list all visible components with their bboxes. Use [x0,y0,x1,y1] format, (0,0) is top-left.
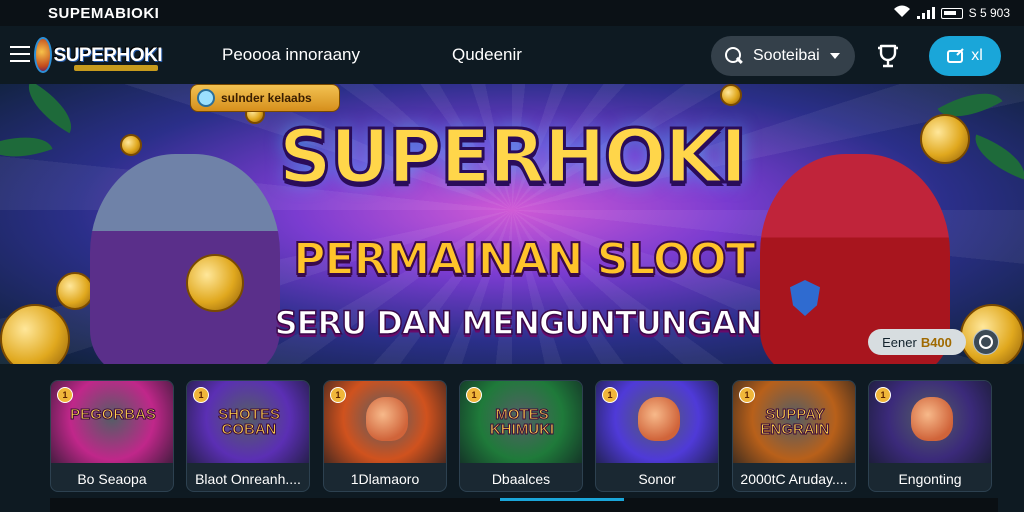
hero-subtitle: PERMAINAN SLOOT [292,233,756,286]
game-card[interactable]: 1 Engonting [868,380,992,492]
search-label: Sooteibai [753,47,820,64]
game-badge: 1 [875,387,891,403]
game-mascot [638,397,680,441]
status-icons: S 5 903 [893,5,1010,21]
wifi-icon [893,5,911,21]
logo-text: SUPERHOKI [53,44,163,66]
game-card-label: Bo Seaopa [77,471,147,487]
game-logo: MOTES KHIMUKI [489,406,555,438]
trophy-icon[interactable] [873,41,903,71]
game-card[interactable]: 1 SUPPAY ENGRAIN 2000tC Aruday.... [732,380,856,492]
hero-banner[interactable]: sulnder kelaabs SUPERHOKI PERMAINAN SLOO… [0,84,1024,364]
game-logo: SUPPAY ENGRAIN [760,406,830,438]
nav-link-1[interactable]: Peoooa innoraany [222,45,360,65]
signal-icon [916,7,935,19]
wallet-icon [947,48,964,63]
game-badge: 1 [193,387,209,403]
game-badge: 1 [57,387,73,403]
logo-ribbon [74,65,158,71]
game-logo: SHOTES COBAN [218,406,281,438]
game-badge: 1 [466,387,482,403]
top-navbar: SUPERHOKI Peoooa innoraany Qudeenir Soot… [0,26,1024,84]
game-badge: 1 [602,387,618,403]
hero-title: SUPERHOKI [277,113,749,202]
promo-pill-label: sulnder kelaabs [221,91,312,105]
game-badge: 1 [739,387,755,403]
game-mascot [911,397,953,441]
game-card-label: Blaot Onreanh.... [195,471,301,487]
status-title: SUPEMABIOKI [48,4,160,22]
site-logo[interactable]: SUPERHOKI [34,34,163,76]
game-card[interactable]: 1 PEGORBAS Bo Seaopa [50,380,174,492]
status-right-text: S 5 903 [968,6,1010,20]
game-card[interactable]: 1 MOTES KHIMUKI Dbaalces [459,380,583,492]
login-button[interactable]: xl [929,36,1001,76]
login-label: xl [971,47,983,64]
search-icon[interactable] [973,329,999,355]
nav-link-2[interactable]: Qudeenir [452,45,522,65]
coin-icon [197,89,215,107]
game-card[interactable]: 1 Sonor [595,380,719,492]
battery-icon [940,7,963,19]
game-mascot [366,397,408,441]
search-icon [725,47,743,65]
game-card-label: Dbaalces [491,471,551,487]
menu-icon[interactable] [10,46,30,62]
balance-pill[interactable]: Eener B400 [868,329,966,355]
game-card-label: Sonor [638,471,676,487]
game-card-label: 1Dlamaoro [350,471,420,487]
game-card-label: Engonting [898,471,962,487]
search-button[interactable]: Sooteibai [711,36,855,76]
chevron-down-icon [829,53,840,59]
logo-mascot-icon [34,37,52,73]
game-card[interactable]: 1 1Dlamaoro [323,380,447,492]
promo-pill[interactable]: sulnder kelaabs [190,84,340,112]
game-card[interactable]: 1 SHOTES COBAN Blaot Onreanh.... [186,380,310,492]
game-card-label: 2000tC Aruday.... [740,471,848,487]
status-bar: SUPEMABIOKI S 5 903 [0,0,1024,26]
game-logo: PEGORBAS [70,406,157,423]
balance-label: Eener [882,334,917,350]
game-list: 1 PEGORBAS Bo Seaopa 1 SHOTES COBAN Blaot Onr… [0,364,1024,512]
game-badge: 1 [330,387,346,403]
scroll-indicator [500,498,624,501]
gold-coin [720,84,742,106]
balance-value: B400 [920,334,952,350]
bottom-strip [50,498,998,512]
